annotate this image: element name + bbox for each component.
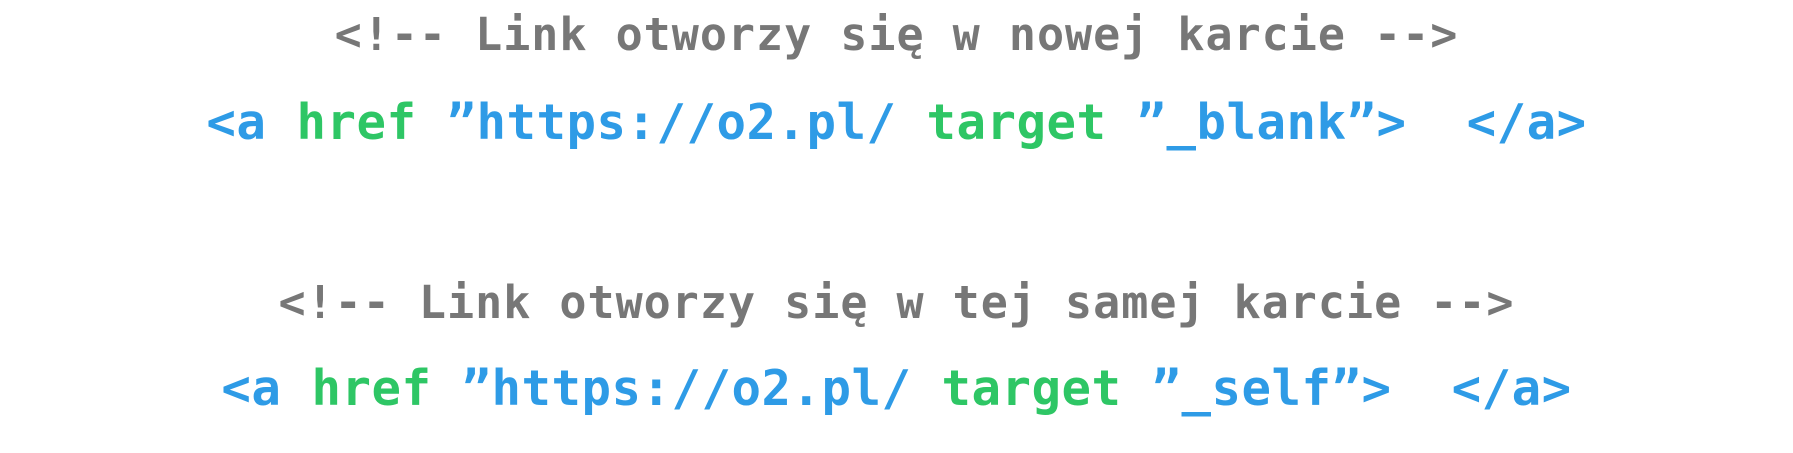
open-tag: <a	[221, 360, 282, 417]
close-tag: </a>	[1451, 360, 1572, 417]
code-line-blank: <a href ”https://o2.pl/ target ”_blank”>…	[0, 98, 1793, 147]
href-value: ”https://o2.pl/	[461, 360, 912, 417]
href-attribute: href	[296, 94, 417, 151]
close-tag: </a>	[1466, 94, 1587, 151]
code-line-self: <a href ”https://o2.pl/ target ”_self”> …	[0, 364, 1793, 413]
target-attribute: target	[941, 360, 1122, 417]
href-attribute: href	[311, 360, 432, 417]
comment-same-tab: <!-- Link otworzy się w tej samej karcie…	[278, 276, 1515, 329]
target-attribute: target	[926, 94, 1107, 151]
target-value: ”_self”>	[1151, 360, 1392, 417]
open-tag: <a	[206, 94, 267, 151]
target-value: ”_blank”>	[1136, 94, 1407, 151]
href-value: ”https://o2.pl/	[446, 94, 897, 151]
comment-new-tab: <!-- Link otworzy się w nowej karcie -->	[334, 8, 1459, 61]
